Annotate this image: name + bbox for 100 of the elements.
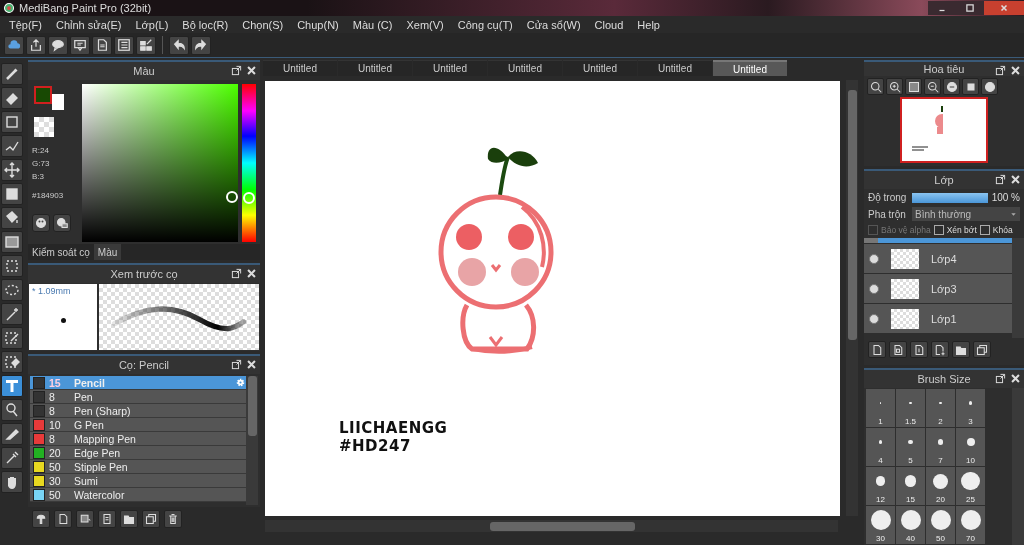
brush-size-option[interactable]: 40 [896,506,925,544]
brush-size-option[interactable]: 30 [866,506,895,544]
brush-size-option[interactable]: 70 [956,506,985,544]
document-tab[interactable]: Untitled [488,60,562,76]
brush-size-option[interactable]: 50 [926,506,955,544]
brush-size: 30 [49,474,62,487]
brush-size-option[interactable]: 5 [896,428,925,466]
brush-name: Mapping Pen [74,432,137,445]
brush-name: Pen [74,390,94,403]
opacity-value: 100 % [991,192,1020,203]
brush-name: G Pen [74,418,105,431]
brush-size-option[interactable]: 10 [956,428,985,466]
brush-size: 50 [49,488,62,501]
menu-item[interactable]: Màu (C) [345,18,400,31]
layer-name: Lớp3 [931,282,957,295]
canvas-text: #HD247 [339,437,411,455]
brush-size-value: 2 [938,417,943,426]
brush-size-label: * 1.09mm [32,286,71,296]
brush-size-value: 7 [938,456,943,465]
menu-item[interactable]: Cửa sổ(W) [519,18,588,31]
menu-item[interactable]: Lớp(L) [128,18,176,31]
menu-item[interactable]: Bộ lọc(R) [175,18,236,31]
blend-label: Pha trộn [868,208,907,220]
brush-size-option[interactable]: 1.5 [896,389,925,427]
brush-name: Edge Pen [74,446,122,459]
panel-title: Brush Size [917,373,971,385]
brush-size-value: 25 [966,495,975,504]
brush-list-item[interactable]: 8 Pen [30,390,246,404]
layer-option-checkbox[interactable]: Khóa [979,225,1013,235]
brush-size-value: 50 [936,534,945,543]
opacity-label: Độ trong [868,192,908,203]
layer-row[interactable]: Lớp4 [864,244,1012,273]
brush-name: Pencil [74,376,106,389]
brush-size-value: 4 [878,456,883,465]
brush-size-value: 40 [906,534,915,543]
panel-title: Màu [133,65,155,77]
document-tab[interactable]: Untitled [563,60,637,76]
brush-size-option[interactable]: 1 [866,389,895,427]
brush-size-value: 1.5 [904,417,917,426]
brush-list-item[interactable]: 30 Sumi [30,474,246,488]
menu-item[interactable]: Tệp(F) [2,18,49,31]
brush-size-option[interactable]: 7 [926,428,955,466]
panel-tab[interactable]: Kiểm soát cọ [28,244,94,260]
document-tab[interactable]: Untitled [638,60,712,76]
brush-size-value: 12 [876,495,885,504]
brush-size-value: 20 [936,495,945,504]
brush-size: 10 [49,418,62,431]
menu-item[interactable]: Chọn(S) [235,18,291,31]
brush-size: 50 [49,460,62,473]
menu-item[interactable]: Chỉnh sửa(E) [49,18,129,31]
brush-size: 8 [49,404,56,417]
layer-option-checkbox[interactable]: Xén bớt [933,225,977,235]
panel-title: Hoa tiêu [923,63,965,75]
window-title: MediBang Paint Pro (32bit) [19,2,153,14]
brush-size-value: 30 [876,534,885,543]
document-tab[interactable]: Untitled [713,60,787,76]
blend-mode-dropdown[interactable]: Bình thường [912,207,1020,221]
document-tab[interactable]: Untitled [338,60,412,76]
panel-title: Cọ: Pencil [118,359,170,371]
canvas-text: LIICHAENGG [339,419,448,437]
brush-list-item[interactable]: 50 Stipple Pen [30,460,246,474]
brush-size: 8 [49,390,56,403]
brush-size-option[interactable]: 15 [896,467,925,505]
layer-row[interactable]: Lớp1 [864,304,1012,333]
menu-item[interactable]: Xem(V) [399,18,451,31]
brush-size: 20 [49,446,62,459]
brush-size-value: 3 [968,417,973,426]
canvas-page[interactable]: LIICHAENGG #HD247 [265,81,840,516]
brush-list-item[interactable]: 8 Mapping Pen [30,432,246,446]
b-value: B:3 [32,172,45,182]
brush-size-value: 10 [966,456,975,465]
brush-list-item[interactable]: 20 Edge Pen [30,446,246,460]
brush-size-value: 15 [906,495,915,504]
brush-size-value: 70 [966,534,975,543]
layer-name: Lớp4 [931,252,957,265]
brush-size-option[interactable]: 2 [926,389,955,427]
brush-name: Pen (Sharp) [74,404,132,417]
menu-item[interactable]: Chụp(N) [290,18,346,31]
brush-name: Watercolor [74,488,126,501]
brush-list-item[interactable]: 10 G Pen [30,418,246,432]
brush-list-item[interactable]: 8 Pen (Sharp) [30,404,246,418]
panel-tab[interactable]: Màu [93,244,122,260]
brush-size-option[interactable]: 25 [956,467,985,505]
hex-value: #184903 [32,191,65,201]
brush-size-option[interactable]: 20 [926,467,955,505]
brush-size-option[interactable]: 4 [866,428,895,466]
brush-list-item[interactable]: 50 Watercolor [30,488,246,502]
brush-size-option[interactable]: 12 [866,467,895,505]
brush-size: 8 [49,432,56,445]
menu-item[interactable]: Cloud [587,18,631,31]
menu-item[interactable]: Công cụ(T) [450,18,520,31]
document-tab[interactable]: Untitled [413,60,487,76]
brush-size-value: 5 [908,456,913,465]
menu-item[interactable]: Help [630,18,667,31]
layer-name: Lớp1 [931,312,957,325]
layer-row[interactable]: Lớp3 [864,274,1012,303]
r-value: R:24 [32,146,50,156]
brush-size-option[interactable]: 3 [956,389,985,427]
document-tab[interactable]: Untitled [263,60,337,76]
brush-name: Stipple Pen [74,460,129,473]
